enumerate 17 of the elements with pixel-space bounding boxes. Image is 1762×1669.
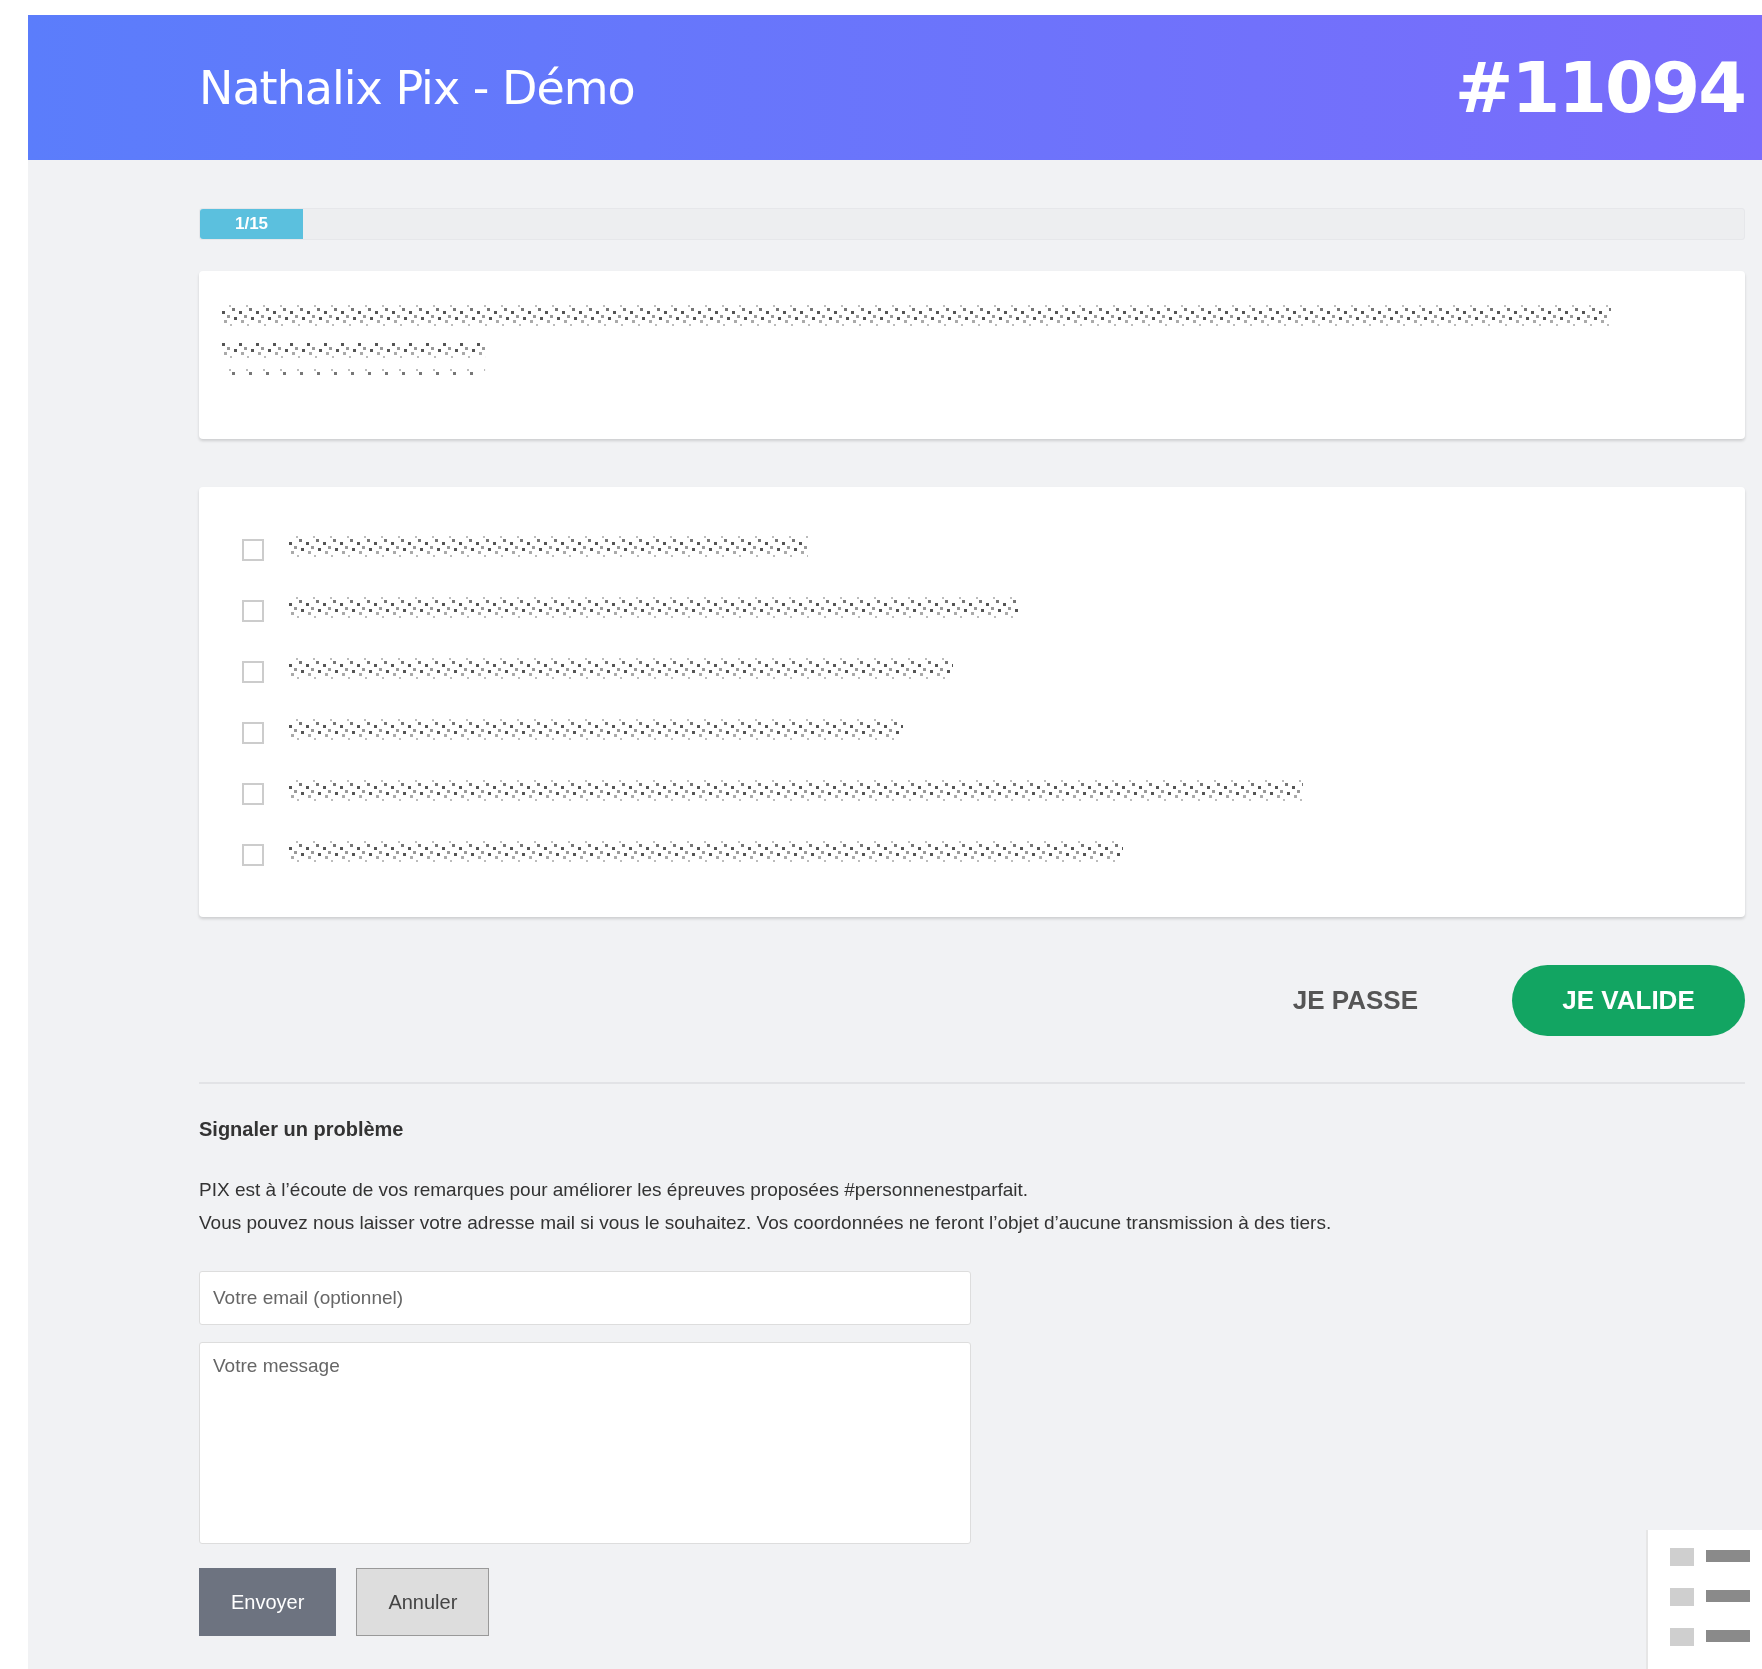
progress-label: 1/15	[234, 214, 269, 234]
checkbox[interactable]	[242, 782, 264, 805]
checkbox[interactable]	[242, 538, 264, 561]
checkbox[interactable]	[242, 721, 264, 744]
email-field[interactable]: Votre email (optionnel)	[199, 1271, 971, 1325]
feedback-title: Signaler un problème	[199, 1118, 405, 1141]
message-field[interactable]: Votre message	[199, 1342, 971, 1544]
send-button[interactable]: Envoyer	[199, 1568, 337, 1636]
session-code: #11094	[1454, 46, 1745, 129]
checkbox[interactable]	[242, 660, 264, 683]
cancel-button[interactable]: Annuler	[356, 1568, 490, 1636]
feedback-text: PIX est à l’écoute de vos remarques pour améliorer les épreuves proposées #personnenestparfait.	[199, 1178, 1030, 1202]
checkbox[interactable]	[242, 843, 264, 866]
feedback-text: Vous pouvez nous laisser votre adresse mail si vous le souhaitez. Vos coordonnées ne feront l’objet d’aucune transmission à des tiers.	[199, 1211, 1333, 1235]
checkbox[interactable]	[242, 599, 264, 622]
skip-button[interactable]: JE PASSE	[1286, 984, 1424, 1017]
app-title: Nathalix Pix - Démo	[199, 60, 635, 115]
